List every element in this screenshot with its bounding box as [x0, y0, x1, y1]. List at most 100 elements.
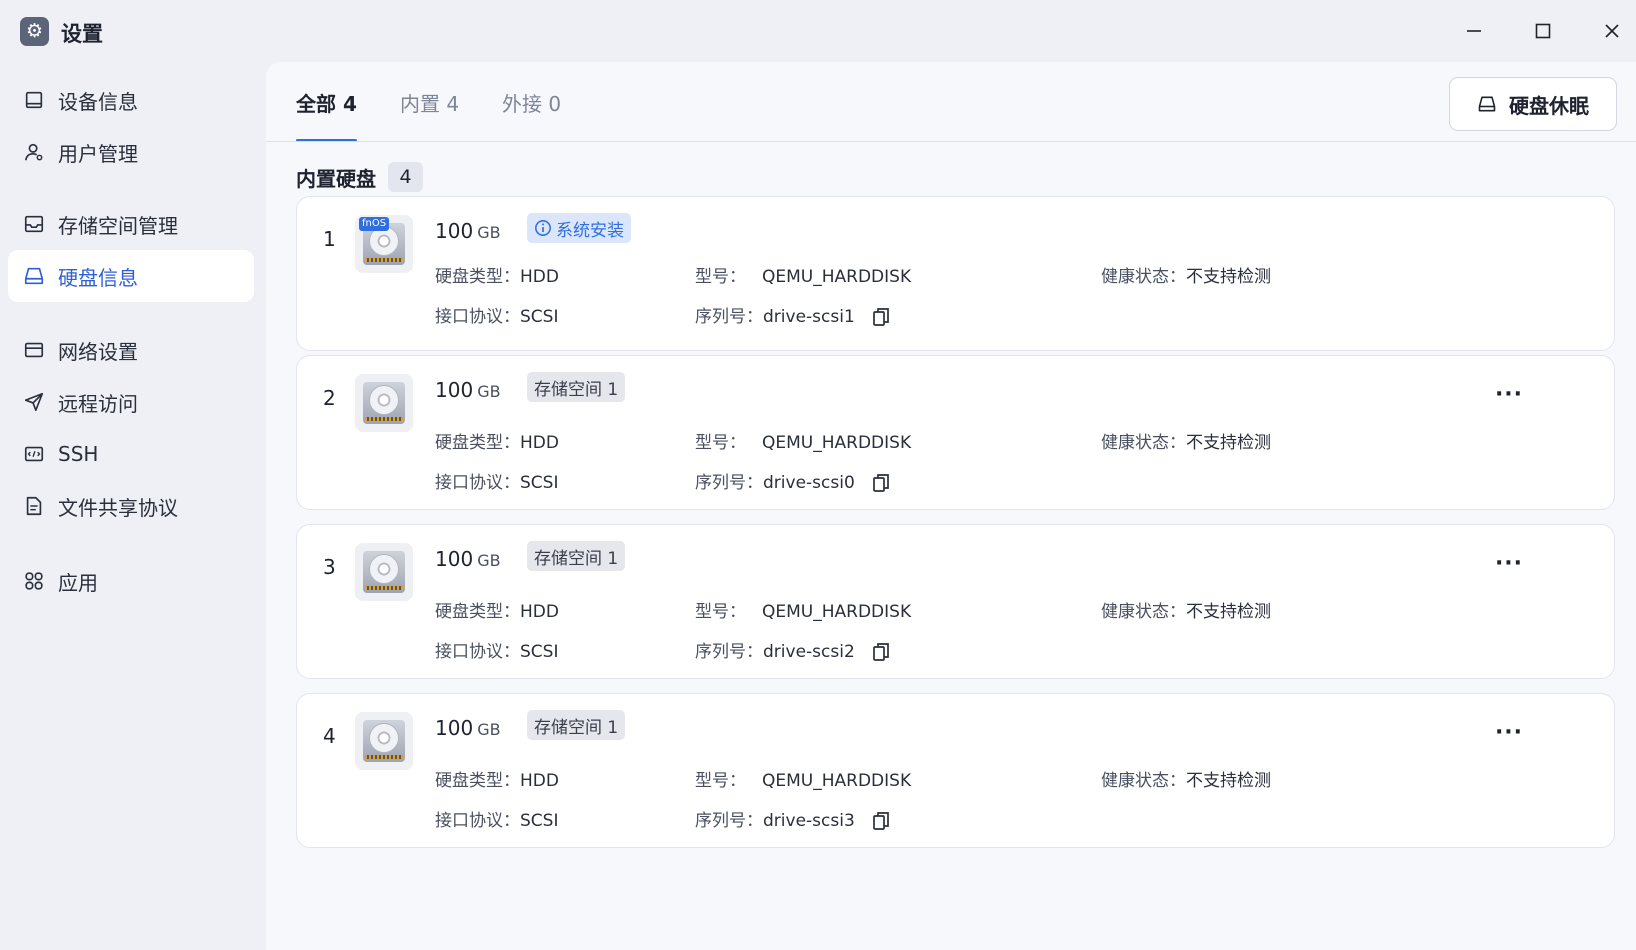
disk-card[interactable]: 3 100 GB 存储空间 1 ··· 硬盘类型：HDD 型号： QEMU_HARD… [296, 524, 1615, 679]
model-value: QEMU_HARDDISK [762, 267, 912, 287]
more-options-button[interactable]: ··· [1493, 378, 1525, 410]
close-button[interactable] [1594, 14, 1630, 48]
disk-type-field: 硬盘类型：HDD [435, 267, 559, 287]
maximize-icon [1535, 23, 1551, 39]
capacity-unit: GB [477, 720, 501, 739]
capacity-unit: GB [477, 382, 501, 401]
serial-field: 序列号：drive-scsi2 [695, 637, 890, 662]
copy-icon[interactable] [872, 307, 890, 327]
file-icon [22, 494, 46, 518]
user-icon [22, 140, 46, 164]
interface-value: SCSI [520, 473, 559, 493]
sidebar-item-label: SSH [58, 442, 99, 466]
sidebar-item-remote-access[interactable]: 远程访问 [8, 376, 254, 428]
sidebar-item-label: 文件共享协议 [58, 495, 178, 520]
disk-capacity: 100 GB [435, 716, 501, 740]
sidebar-item-ssh[interactable]: SSH [8, 428, 254, 480]
sidebar-item-label: 设备信息 [58, 89, 138, 114]
tab-all[interactable]: 全部 4 [296, 88, 357, 142]
disk-capacity: 100 GB [435, 219, 501, 243]
sidebar-item-label: 网络设置 [58, 339, 138, 364]
section-header: 内置硬盘 4 [296, 162, 423, 192]
capacity-value: 100 [435, 378, 474, 402]
sidebar-item-label: 硬盘信息 [58, 265, 138, 290]
sidebar-item-disk-info[interactable]: 硬盘信息 [8, 250, 254, 302]
sidebar-item-network[interactable]: 网络设置 [8, 324, 254, 376]
serial-value: drive-scsi3 [763, 811, 855, 831]
capacity-unit: GB [477, 223, 501, 242]
model-value: QEMU_HARDDISK [762, 771, 912, 791]
model-field: 型号： QEMU_HARDDISK [695, 433, 912, 453]
hard-disk-icon [355, 374, 413, 432]
serial-value: drive-scsi2 [763, 642, 855, 662]
title-bar: ⚙ 设置 [0, 0, 1636, 62]
capacity-value: 100 [435, 547, 474, 571]
copy-icon[interactable] [872, 473, 890, 493]
sidebar-item-label: 远程访问 [58, 391, 138, 416]
hard-disk-icon: fnOS [355, 215, 413, 273]
sidebar-item-label: 应用 [58, 570, 98, 595]
interface-value: SCSI [520, 811, 559, 831]
more-options-button[interactable]: ··· [1493, 547, 1525, 579]
serial-value: drive-scsi1 [763, 307, 855, 327]
disk-type-value: HDD [520, 602, 559, 622]
minimize-icon [1467, 30, 1481, 32]
serial-field: 序列号：drive-scsi0 [695, 468, 890, 493]
interface-field: 接口协议：SCSI [435, 642, 559, 662]
model-field: 型号： QEMU_HARDDISK [695, 602, 912, 622]
disk-type-field: 硬盘类型：HDD [435, 433, 559, 453]
tab-external[interactable]: 外接 0 [502, 88, 561, 142]
disk-capacity: 100 GB [435, 547, 501, 571]
disk-type-value: HDD [520, 267, 559, 287]
model-field: 型号： QEMU_HARDDISK [695, 771, 912, 791]
sidebar-item-label: 存储空间管理 [58, 213, 178, 238]
disk-type-field: 硬盘类型：HDD [435, 602, 559, 622]
sidebar-item-apps[interactable]: 应用 [8, 555, 254, 607]
disk-card[interactable]: 1 fnOS 100 GB 系统安装 硬盘类型：HDD 型号： QEMU_HARDD… [296, 196, 1615, 351]
storage-pool-tag: 存储空间 1 [527, 541, 626, 571]
model-field: 型号： QEMU_HARDDISK [695, 267, 912, 287]
disk-icon [1477, 94, 1497, 114]
sidebar-item-device-info[interactable]: 设备信息 [8, 74, 254, 126]
device-icon [22, 88, 46, 112]
terminal-icon [22, 442, 46, 466]
health-field: 健康状态：不支持检测 [1101, 771, 1271, 791]
sidebar-item-user-management[interactable]: 用户管理 [8, 126, 254, 178]
disk-index: 4 [323, 724, 336, 748]
sidebar-item-label: 用户管理 [58, 141, 138, 166]
maximize-button[interactable] [1525, 14, 1561, 48]
interface-value: SCSI [520, 642, 559, 662]
os-badge: fnOS [359, 217, 390, 231]
gear-icon: ⚙ [20, 17, 49, 46]
model-value: QEMU_HARDDISK [762, 602, 912, 622]
sidebar-item-file-sharing[interactable]: 文件共享协议 [8, 480, 254, 532]
health-value: 不支持检测 [1186, 771, 1271, 791]
disk-type-value: HDD [520, 771, 559, 791]
section-title: 内置硬盘 [296, 166, 376, 191]
hard-disk-icon [355, 543, 413, 601]
health-field: 健康状态：不支持检测 [1101, 267, 1271, 287]
serial-field: 序列号：drive-scsi1 [695, 302, 890, 327]
disk-icon [22, 264, 46, 288]
tab-divider [266, 141, 1636, 142]
disk-card[interactable]: 2 100 GB 存储空间 1 ··· 硬盘类型：HDD 型号： QEMU_HARD… [296, 355, 1615, 510]
capacity-value: 100 [435, 219, 474, 243]
copy-icon[interactable] [872, 642, 890, 662]
capacity-value: 100 [435, 716, 474, 740]
tab-internal[interactable]: 内置 4 [400, 88, 459, 142]
more-options-button[interactable]: ··· [1493, 716, 1525, 748]
tag-label: 系统安装 [556, 220, 624, 241]
capacity-unit: GB [477, 551, 501, 570]
minimize-button[interactable] [1456, 14, 1492, 48]
disk-sleep-button[interactable]: 硬盘休眠 [1449, 77, 1617, 131]
network-icon [22, 338, 46, 362]
disk-type-field: 硬盘类型：HDD [435, 771, 559, 791]
hard-disk-icon [355, 712, 413, 770]
storage-pool-tag: 存储空间 1 [527, 372, 626, 402]
disk-index: 2 [323, 386, 336, 410]
count-badge: 4 [388, 162, 423, 192]
disk-sleep-label: 硬盘休眠 [1509, 93, 1589, 118]
disk-card[interactable]: 4 100 GB 存储空间 1 ··· 硬盘类型：HDD 型号： QEMU_HARD… [296, 693, 1615, 848]
sidebar-item-storage[interactable]: 存储空间管理 [8, 198, 254, 250]
copy-icon[interactable] [872, 811, 890, 831]
